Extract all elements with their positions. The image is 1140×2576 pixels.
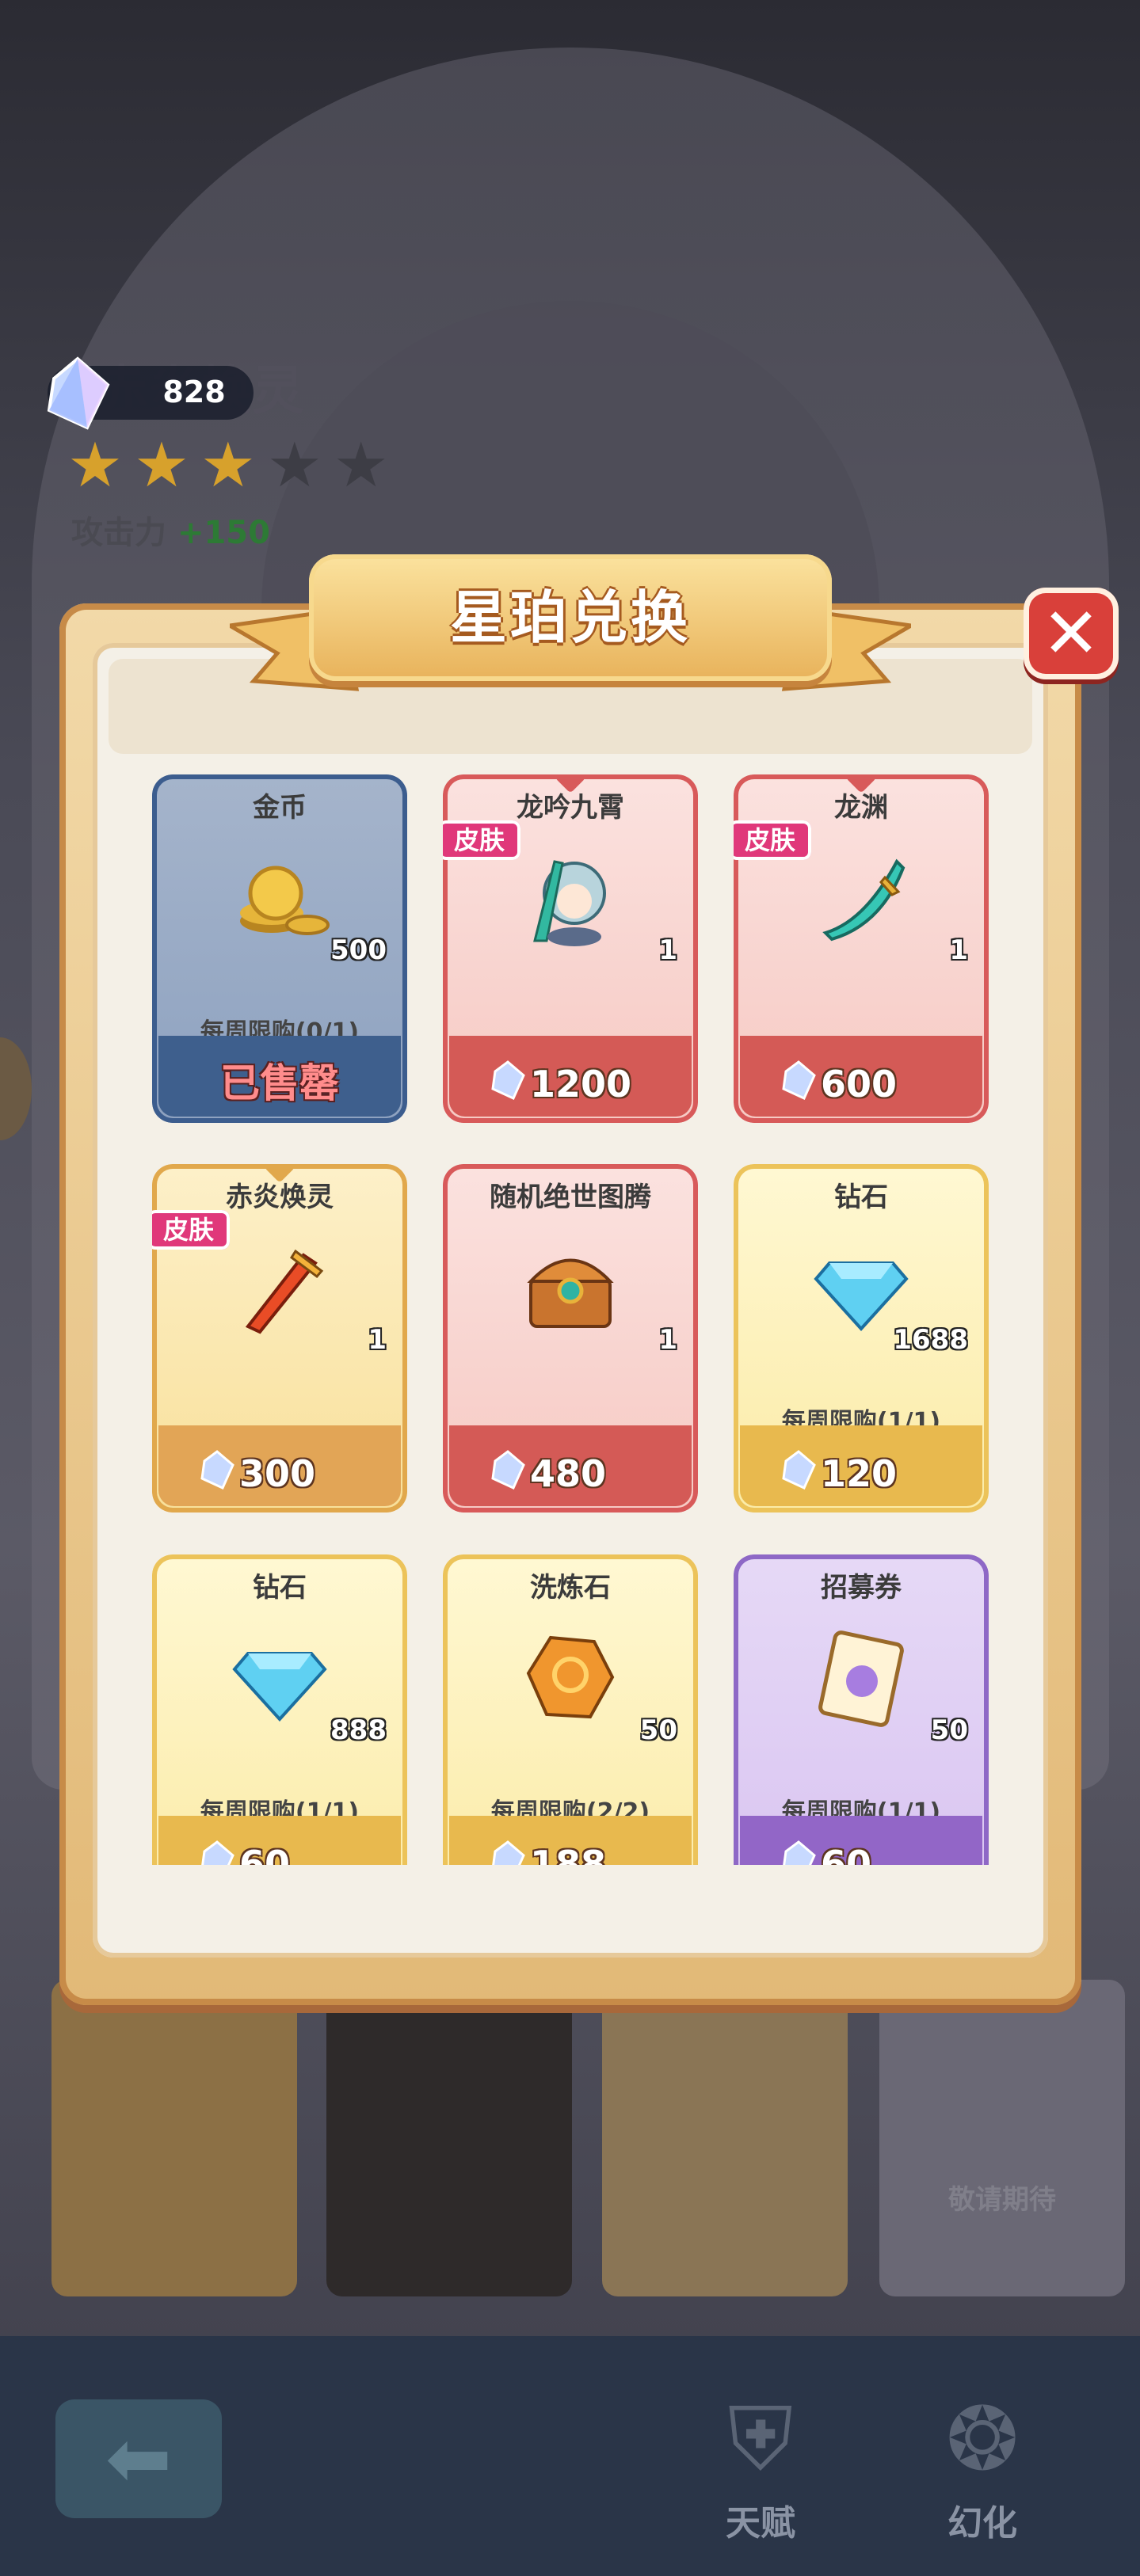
treasure-chest-icon bbox=[527, 1258, 614, 1328]
item-quantity: 50 bbox=[930, 1714, 968, 1746]
shop-card-refine-stone[interactable]: 洗炼石 50 每周限购(2/2) 188 bbox=[443, 1554, 698, 1865]
skin-tag: 皮肤 bbox=[443, 820, 520, 860]
nav-illusion-label: 幻化 bbox=[947, 2503, 1017, 2544]
shop-card-longyin-jiuxiao[interactable]: 龙吟九霄 皮肤 1 1200 bbox=[443, 774, 698, 1123]
card-title: 钻石 bbox=[834, 1181, 888, 1213]
diamond-icon bbox=[232, 1652, 327, 1722]
item-price: 600 bbox=[821, 1063, 898, 1105]
star-icon: ★ bbox=[133, 430, 189, 501]
item-quantity: 500 bbox=[330, 934, 387, 966]
modal-title: 星珀兑换 bbox=[449, 584, 691, 651]
star-gem-icon bbox=[782, 1060, 816, 1100]
fire-sword-icon bbox=[245, 1249, 324, 1334]
star-gem-icon bbox=[491, 1060, 525, 1100]
shop-card-diamond-888[interactable]: 钻石 888 每周限购(1/1) 60 bbox=[152, 1554, 407, 1865]
card-title: 龙渊 bbox=[834, 792, 888, 824]
recruit-ticket-icon bbox=[818, 1630, 904, 1727]
star-gem-icon bbox=[200, 1450, 234, 1490]
shop-card-diamond-1688[interactable]: 钻石 1688 每周限购(1/1) 120 bbox=[734, 1164, 989, 1512]
item-price: 188 bbox=[530, 1843, 607, 1865]
hero-skin-icon bbox=[533, 860, 606, 946]
shop-card-chiyan-huanling[interactable]: 赤炎焕灵 皮肤 1 300 bbox=[152, 1164, 407, 1512]
gem-count: 828 bbox=[162, 375, 226, 409]
coming-soon-label: 敬请期待 bbox=[948, 2184, 1056, 2216]
attack-stat: 攻击力 +150 bbox=[71, 507, 270, 553]
item-quantity: 1 bbox=[658, 1324, 677, 1356]
arrow-left-icon: ⬅ bbox=[105, 2412, 172, 2505]
item-quantity: 1 bbox=[658, 934, 677, 966]
skin-tag: 皮肤 bbox=[152, 1210, 230, 1250]
card-title: 金币 bbox=[253, 792, 307, 824]
skin-tag: 皮肤 bbox=[734, 820, 811, 860]
star-empty-icon: ★ bbox=[266, 430, 322, 501]
star-gem-icon bbox=[491, 1450, 525, 1490]
card-title: 钻石 bbox=[253, 1572, 307, 1604]
weapon-slot-3[interactable] bbox=[602, 1980, 848, 2296]
item-quantity: 50 bbox=[639, 1714, 677, 1746]
card-title: 赤炎焕灵 bbox=[226, 1181, 334, 1213]
close-icon: ✕ bbox=[1042, 592, 1100, 674]
card-title: 洗炼石 bbox=[530, 1572, 611, 1604]
item-quantity: 888 bbox=[330, 1714, 387, 1746]
item-price: 300 bbox=[239, 1452, 316, 1495]
dagger-skin-icon bbox=[822, 858, 906, 942]
coins-icon bbox=[240, 866, 330, 935]
star-gem-icon bbox=[782, 1450, 816, 1490]
item-quantity: 1 bbox=[368, 1324, 387, 1356]
star-icon: ★ bbox=[200, 430, 256, 501]
star-icon: ★ bbox=[67, 430, 123, 501]
panda-mask-icon: ❂ bbox=[945, 2388, 1020, 2490]
star-gem-icon bbox=[783, 1840, 816, 1865]
card-title: 随机绝世图腾 bbox=[490, 1181, 651, 1213]
weapon-slot-locked: 敬请期待 bbox=[879, 1980, 1125, 2296]
attack-label: 攻击力 bbox=[71, 515, 166, 551]
nav-illusion[interactable]: ❂ 幻化 bbox=[903, 2384, 1062, 2544]
item-price: 120 bbox=[821, 1452, 898, 1495]
winged-shield-icon: ⛨ bbox=[727, 2388, 794, 2490]
back-button[interactable]: ⬅ bbox=[55, 2399, 222, 2518]
item-price: 480 bbox=[530, 1452, 607, 1495]
nav-talent[interactable]: ⛨ 天赋 bbox=[681, 2384, 840, 2544]
card-title: 龙吟九霄 bbox=[517, 792, 624, 824]
item-quantity: 1 bbox=[949, 934, 968, 966]
star-empty-icon: ★ bbox=[333, 430, 389, 501]
star-gem-icon bbox=[492, 1840, 525, 1865]
shop-card-longyuan[interactable]: 龙渊 皮肤 1 600 bbox=[734, 774, 989, 1123]
shop-card-random-totem[interactable]: 随机绝世图腾 1 480 bbox=[443, 1164, 698, 1512]
card-title: 招募券 bbox=[821, 1572, 902, 1604]
shop-card-gold-coins[interactable]: 金币 500 每周限购(0/1) 已售罄 bbox=[152, 774, 407, 1123]
refine-stone-icon bbox=[526, 1635, 615, 1719]
star-gem-icon bbox=[201, 1840, 234, 1865]
close-button[interactable]: ✕ bbox=[1024, 588, 1119, 679]
shop-card-recruit-ticket[interactable]: 招募券 50 每周限购(1/1) 60 bbox=[734, 1554, 989, 1865]
sold-out-label: 已售罄 bbox=[220, 1060, 339, 1106]
item-quantity: 1688 bbox=[893, 1324, 968, 1356]
attack-bonus: +150 bbox=[177, 515, 270, 551]
weapon-slot-1[interactable] bbox=[51, 1980, 297, 2296]
diamond-icon bbox=[814, 1261, 909, 1331]
shop-grid[interactable]: 金币 500 每周限购(0/1) 已售罄 龙吟九霄 皮肤 1 1200 龙渊 皮… bbox=[147, 768, 994, 1865]
item-price: 60 bbox=[239, 1843, 291, 1865]
star-gem-icon bbox=[47, 356, 110, 430]
weapon-slot-2[interactable] bbox=[326, 1980, 572, 2296]
nav-talent-label: 天赋 bbox=[726, 2503, 795, 2544]
hero-stars: ★ ★ ★ ★ ★ bbox=[67, 434, 389, 497]
item-price: 60 bbox=[821, 1843, 872, 1865]
item-price: 1200 bbox=[530, 1063, 632, 1105]
